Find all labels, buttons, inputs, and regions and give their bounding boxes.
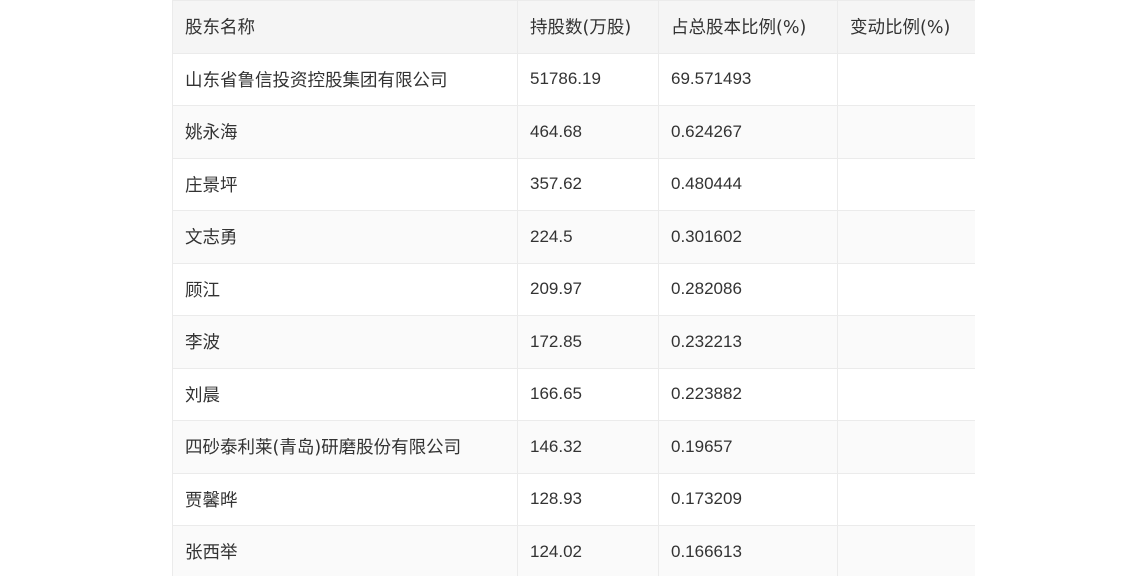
cell-change-ratio bbox=[837, 52, 975, 106]
cell-share-ratio: 0.223882 bbox=[658, 367, 838, 421]
table-row: 顾江 209.97 0.282086 bbox=[172, 262, 975, 316]
table-row: 四砂泰利莱(青岛)研磨股份有限公司 146.32 0.19657 bbox=[172, 420, 975, 474]
cell-shareholder-name: 文志勇 bbox=[172, 210, 518, 264]
table-row: 贾馨晔 128.93 0.173209 bbox=[172, 472, 975, 526]
cell-share-ratio: 0.282086 bbox=[658, 262, 838, 316]
header-change-ratio: 变动比例(%) bbox=[837, 0, 975, 54]
table-row: 文志勇 224.5 0.301602 bbox=[172, 210, 975, 264]
table-row: 姚永海 464.68 0.624267 bbox=[172, 105, 975, 159]
header-shares-held: 持股数(万股) bbox=[517, 0, 659, 54]
table-row: 山东省鲁信投资控股集团有限公司 51786.19 69.571493 bbox=[172, 52, 975, 106]
table-row: 庄景坪 357.62 0.480444 bbox=[172, 157, 975, 211]
cell-change-ratio bbox=[837, 105, 975, 159]
cell-change-ratio bbox=[837, 262, 975, 316]
header-shareholder-name: 股东名称 bbox=[172, 0, 518, 54]
cell-shares-held: 124.02 bbox=[517, 525, 659, 576]
cell-share-ratio: 0.166613 bbox=[658, 525, 838, 576]
shareholder-table-container: 股东名称 持股数(万股) 占总股本比例(%) 变动比例(%) 山东省鲁信投资控股… bbox=[172, 0, 975, 576]
cell-share-ratio: 0.232213 bbox=[658, 315, 838, 369]
cell-shares-held: 357.62 bbox=[517, 157, 659, 211]
shareholder-table: 股东名称 持股数(万股) 占总股本比例(%) 变动比例(%) 山东省鲁信投资控股… bbox=[172, 0, 975, 576]
cell-shareholder-name: 李波 bbox=[172, 315, 518, 369]
cell-change-ratio bbox=[837, 472, 975, 526]
cell-shareholder-name: 刘晨 bbox=[172, 367, 518, 421]
cell-shareholder-name: 贾馨晔 bbox=[172, 472, 518, 526]
cell-change-ratio bbox=[837, 420, 975, 474]
cell-shareholder-name: 顾江 bbox=[172, 262, 518, 316]
table-row: 李波 172.85 0.232213 bbox=[172, 315, 975, 369]
cell-shares-held: 51786.19 bbox=[517, 52, 659, 106]
cell-shares-held: 224.5 bbox=[517, 210, 659, 264]
cell-shares-held: 464.68 bbox=[517, 105, 659, 159]
cell-shareholder-name: 庄景坪 bbox=[172, 157, 518, 211]
cell-shares-held: 172.85 bbox=[517, 315, 659, 369]
table-row: 张西举 124.02 0.166613 bbox=[172, 525, 975, 576]
cell-share-ratio: 0.480444 bbox=[658, 157, 838, 211]
cell-shareholder-name: 山东省鲁信投资控股集团有限公司 bbox=[172, 52, 518, 106]
cell-shares-held: 209.97 bbox=[517, 262, 659, 316]
cell-shares-held: 128.93 bbox=[517, 472, 659, 526]
cell-share-ratio: 0.173209 bbox=[658, 472, 838, 526]
header-share-ratio: 占总股本比例(%) bbox=[658, 0, 838, 54]
cell-change-ratio bbox=[837, 157, 975, 211]
cell-shares-held: 166.65 bbox=[517, 367, 659, 421]
cell-share-ratio: 0.19657 bbox=[658, 420, 838, 474]
cell-shareholder-name: 姚永海 bbox=[172, 105, 518, 159]
cell-change-ratio bbox=[837, 210, 975, 264]
cell-shares-held: 146.32 bbox=[517, 420, 659, 474]
cell-share-ratio: 0.624267 bbox=[658, 105, 838, 159]
cell-share-ratio: 0.301602 bbox=[658, 210, 838, 264]
cell-shareholder-name: 张西举 bbox=[172, 525, 518, 576]
table-row: 刘晨 166.65 0.223882 bbox=[172, 367, 975, 421]
cell-change-ratio bbox=[837, 367, 975, 421]
table-header-row: 股东名称 持股数(万股) 占总股本比例(%) 变动比例(%) bbox=[172, 0, 975, 54]
cell-shareholder-name: 四砂泰利莱(青岛)研磨股份有限公司 bbox=[172, 420, 518, 474]
cell-change-ratio bbox=[837, 315, 975, 369]
cell-share-ratio: 69.571493 bbox=[658, 52, 838, 106]
cell-change-ratio bbox=[837, 525, 975, 576]
